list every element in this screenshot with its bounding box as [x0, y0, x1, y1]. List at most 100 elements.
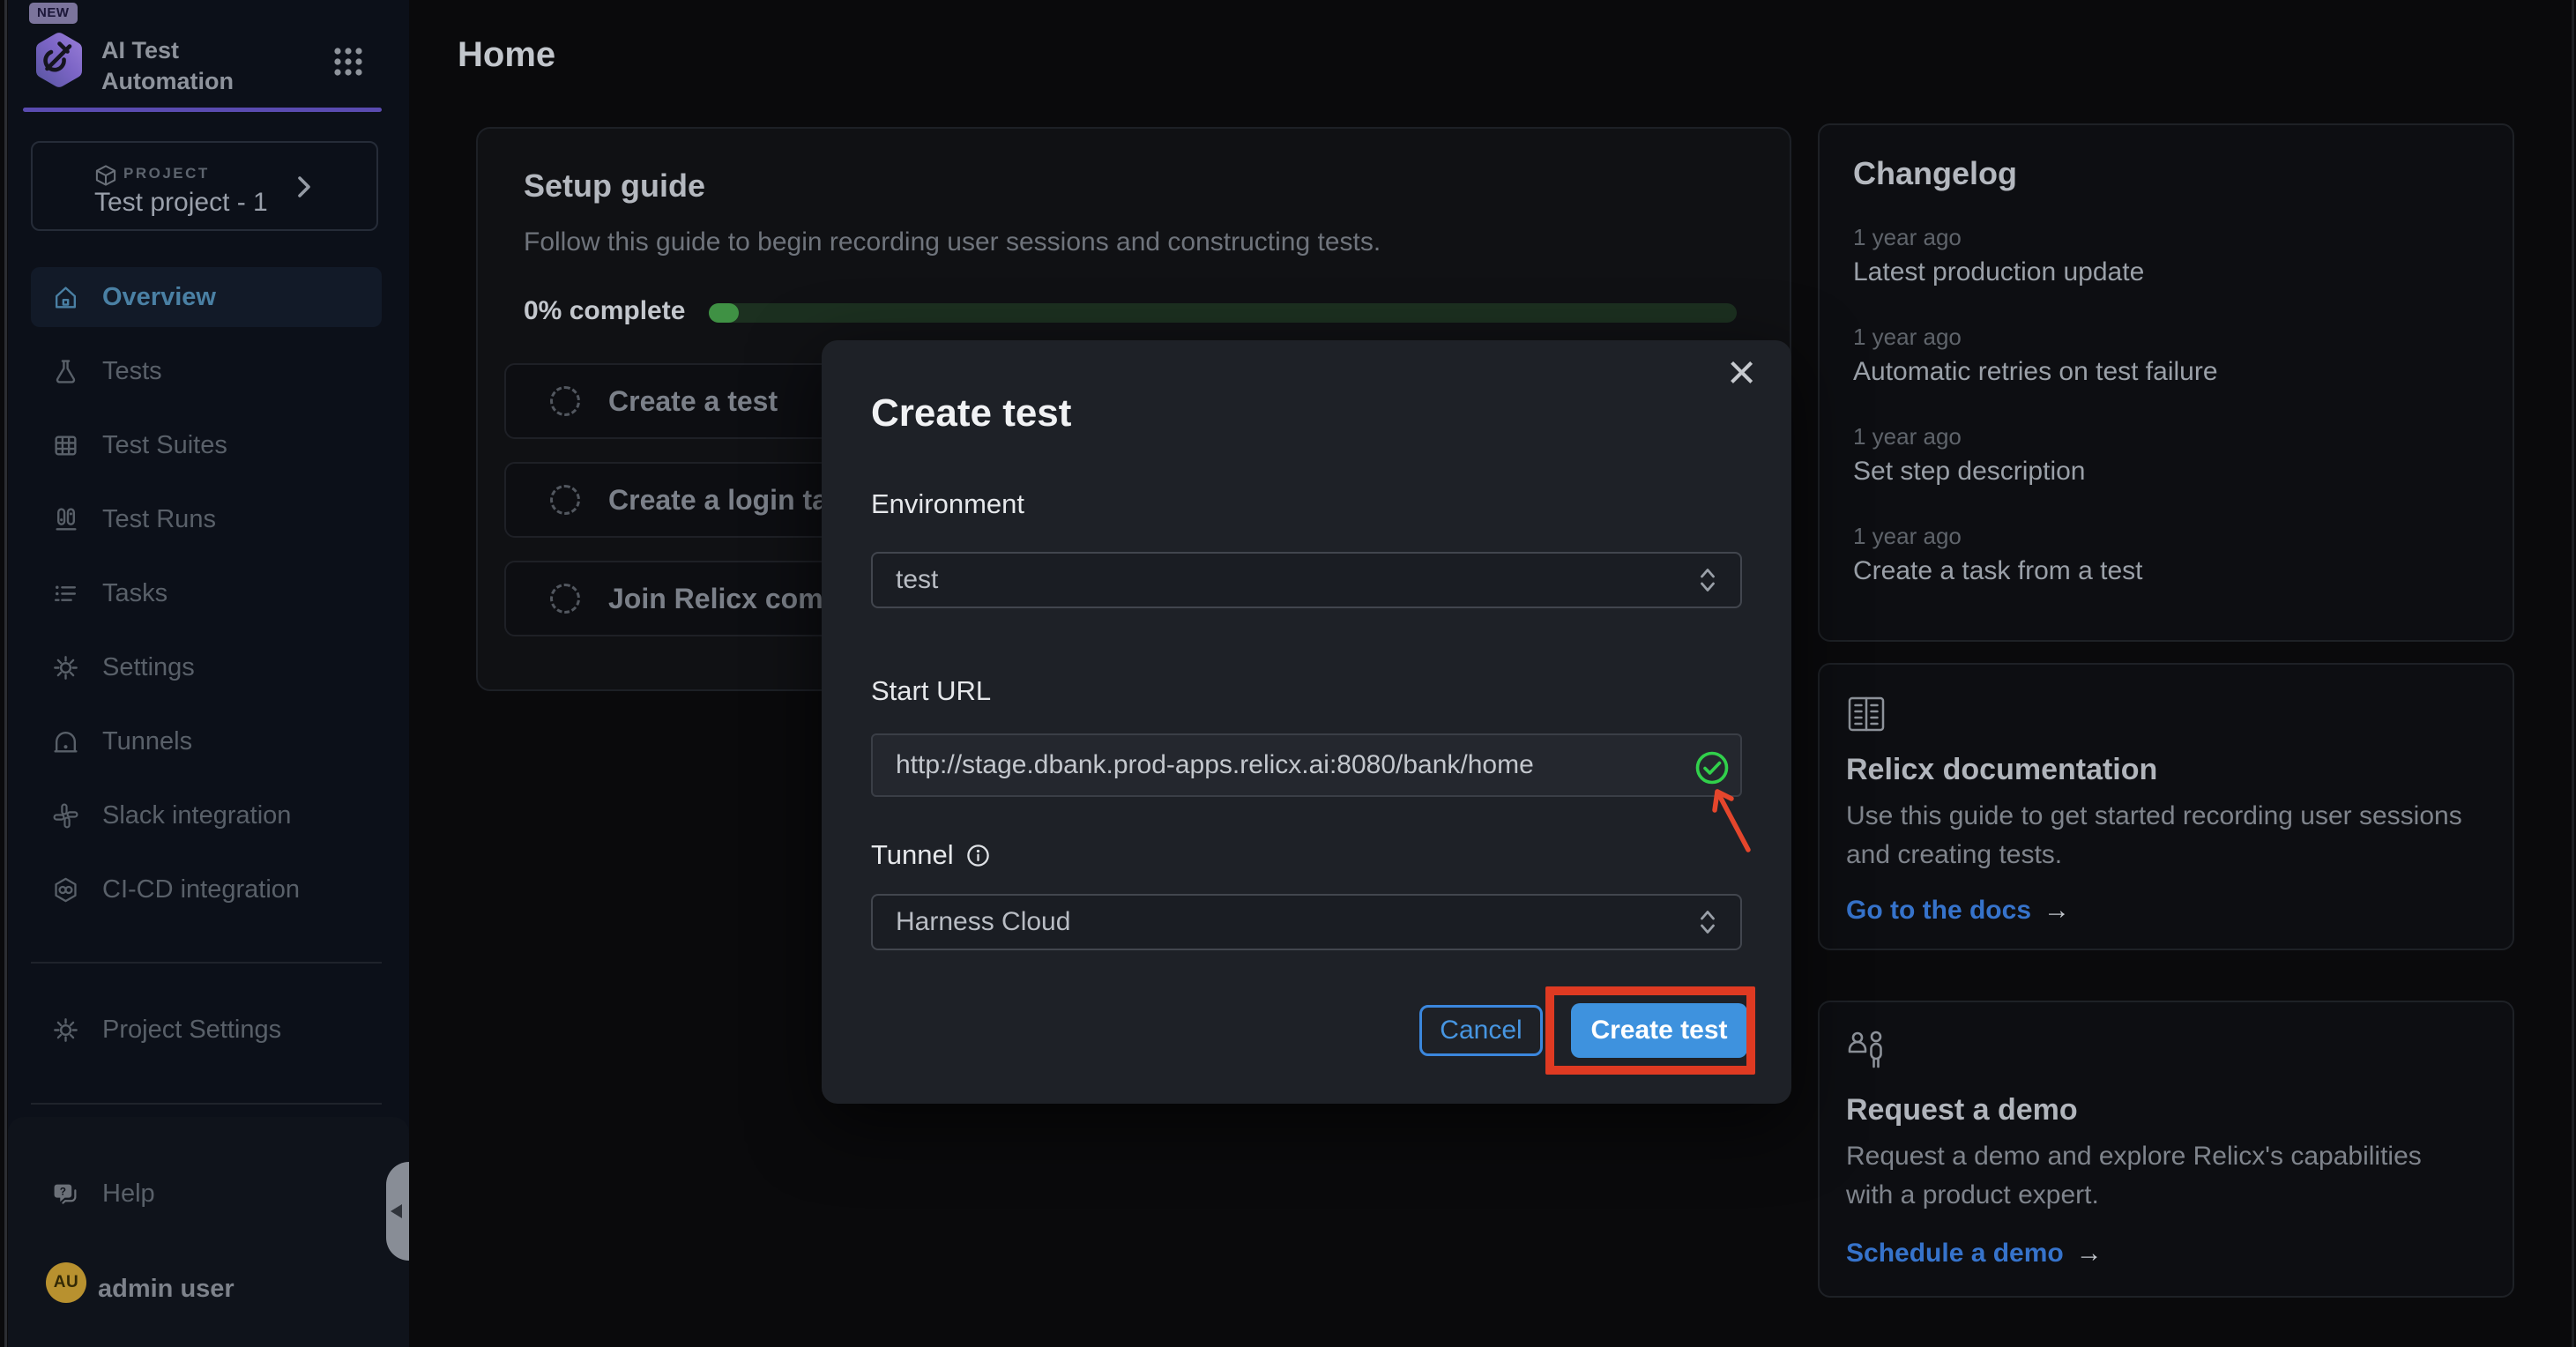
sidebar-item-overview[interactable]: Overview — [31, 267, 382, 327]
url-valid-check-icon — [1694, 750, 1730, 785]
tunnel-label: Tunnel — [871, 839, 990, 871]
incomplete-step-icon — [550, 485, 580, 515]
sidebar-item-label: Tests — [102, 357, 162, 386]
avatar[interactable]: AU — [46, 1262, 86, 1303]
project-cube-icon — [94, 164, 117, 187]
highlight-rectangle-annotation — [1545, 986, 1755, 1075]
documentation-card: Relicx documentation Use this guide to g… — [1818, 663, 2514, 950]
cicd-hexagon-link-icon — [52, 876, 79, 904]
gear-icon — [52, 1016, 79, 1044]
start-url-input[interactable] — [871, 733, 1742, 797]
sidebar-item-label: Help — [102, 1180, 155, 1209]
sidebar-item-slack-integration[interactable]: Slack integration — [31, 785, 382, 845]
tunnel-select[interactable]: Harness Cloud — [871, 894, 1742, 950]
page-title: Home — [458, 35, 555, 75]
progress-bar — [709, 303, 1737, 323]
table-grid-icon — [52, 432, 79, 459]
tunnel-label-text: Tunnel — [871, 839, 954, 871]
help-chat-icon: ? — [52, 1180, 79, 1208]
app-title: AI Test Automation — [101, 35, 278, 97]
project-name: Test project - 1 — [94, 188, 268, 218]
environment-select[interactable]: test — [871, 552, 1742, 608]
sidebar-item-project-settings[interactable]: Project Settings — [31, 1000, 382, 1060]
sidebar-item-label: Overview — [102, 283, 216, 312]
documentation-description: Use this guide to get started recording … — [1846, 797, 2468, 874]
sidebar-collapse-handle[interactable] — [386, 1162, 409, 1261]
sidebar-item-label: CI-CD integration — [102, 875, 300, 904]
sidebar-item-label: Project Settings — [102, 1016, 281, 1045]
sidebar-divider — [31, 1103, 382, 1105]
home-icon — [52, 284, 79, 311]
request-demo-title: Request a demo — [1846, 1093, 2078, 1127]
project-selector[interactable]: PROJECT Test project - 1 — [31, 141, 378, 231]
sidebar-item-label: Slack integration — [102, 801, 291, 830]
changelog-entry: Latest production update — [1853, 257, 2144, 287]
window-right-edge — [2572, 0, 2574, 1347]
link-label: Go to the docs — [1846, 896, 2031, 926]
sidebar-item-test-runs[interactable]: Test Runs — [31, 489, 382, 549]
modal-title: Create test — [871, 391, 1071, 435]
sidebar-item-help[interactable]: ? Help — [31, 1164, 382, 1224]
incomplete-step-icon — [550, 584, 580, 614]
setup-guide-description: Follow this guide to begin recording use… — [524, 227, 1381, 257]
svg-text:?: ? — [60, 1185, 66, 1197]
flask-icon — [52, 358, 79, 385]
chevron-right-icon — [295, 173, 313, 201]
users-icon — [1846, 1029, 1888, 1073]
changelog-time: 1 year ago — [1853, 224, 1962, 251]
cancel-button[interactable]: Cancel — [1419, 1005, 1543, 1056]
request-demo-description: Request a demo and explore Relicx's capa… — [1846, 1137, 2468, 1215]
sidebar-item-tasks[interactable]: Tasks — [31, 563, 382, 623]
arrow-right-icon: → — [2044, 896, 2070, 926]
sidebar-item-label: Test Suites — [102, 431, 227, 460]
schedule-demo-link[interactable]: Schedule a demo → — [1846, 1239, 2103, 1269]
gear-icon — [52, 654, 79, 681]
select-chevrons-icon — [1698, 565, 1717, 595]
book-icon — [1846, 695, 1887, 733]
chevron-left-icon — [391, 1204, 402, 1218]
slack-icon — [52, 802, 79, 830]
user-name[interactable]: admin user — [98, 1275, 235, 1304]
changelog-card: Changelog 1 year ago Latest production u… — [1818, 123, 2514, 642]
sidebar-divider — [31, 962, 382, 964]
go-to-docs-link[interactable]: Go to the docs → — [1846, 896, 2070, 926]
sidebar-item-tests[interactable]: Tests — [31, 341, 382, 401]
sidebar-item-label: Settings — [102, 653, 195, 682]
sidebar-item-settings[interactable]: Settings — [31, 637, 382, 697]
setup-step-label: Create a test — [608, 385, 778, 418]
apps-grid-icon[interactable] — [332, 46, 364, 78]
sidebar: NEW AI Test Automation — [8, 0, 409, 1347]
close-icon[interactable]: × — [1727, 347, 1756, 397]
tunnel-icon — [52, 728, 79, 755]
brand-underline — [23, 108, 382, 112]
start-url-label: Start URL — [871, 675, 991, 707]
request-demo-card: Request a demo Request a demo and explor… — [1818, 1001, 2514, 1298]
sidebar-item-label: Test Runs — [102, 505, 216, 534]
sidebar-item-label: Tasks — [102, 579, 168, 608]
changelog-time: 1 year ago — [1853, 324, 1962, 351]
changelog-entry: Create a task from a test — [1853, 556, 2142, 586]
task-list-icon — [52, 580, 79, 607]
select-value: Harness Cloud — [896, 907, 1070, 937]
sidebar-item-cicd-integration[interactable]: CI-CD integration — [31, 860, 382, 919]
new-badge: NEW — [29, 3, 78, 24]
progress-label: 0% complete — [524, 296, 685, 326]
sidebar-item-tunnels[interactable]: Tunnels — [31, 711, 382, 771]
progress-fill — [709, 303, 739, 323]
environment-label: Environment — [871, 488, 1024, 520]
changelog-title: Changelog — [1853, 155, 2017, 192]
sidebar-item-test-suites[interactable]: Test Suites — [31, 415, 382, 475]
select-chevrons-icon — [1698, 907, 1717, 937]
project-label: PROJECT — [123, 165, 210, 182]
changelog-time: 1 year ago — [1853, 423, 1962, 450]
changelog-entry: Automatic retries on test failure — [1853, 357, 2218, 387]
arrow-annotation — [1700, 781, 1761, 857]
info-icon[interactable] — [966, 844, 990, 867]
sidebar-bottom-panel — [8, 1117, 409, 1347]
sidebar-item-label: Tunnels — [102, 727, 192, 756]
arrow-right-icon: → — [2076, 1239, 2103, 1269]
changelog-time: 1 year ago — [1853, 523, 1962, 550]
test-runs-icon — [52, 506, 79, 533]
documentation-title: Relicx documentation — [1846, 753, 2157, 787]
link-label: Schedule a demo — [1846, 1239, 2064, 1269]
